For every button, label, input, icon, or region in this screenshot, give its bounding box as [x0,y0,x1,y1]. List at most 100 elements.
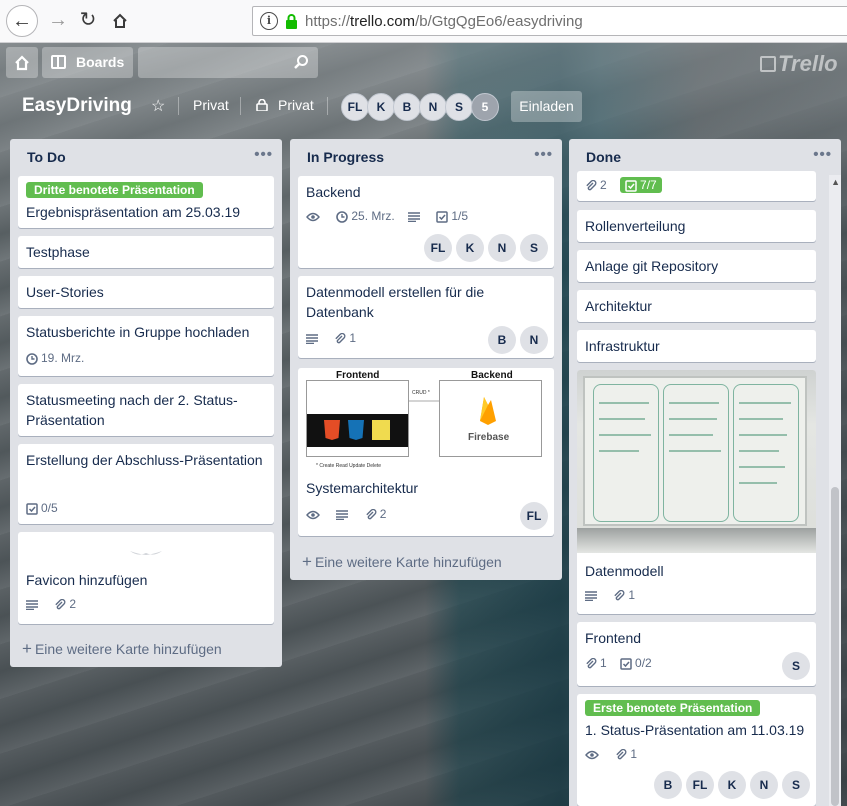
back-arrow-icon[interactable]: ← [6,5,38,37]
board-visibility-button[interactable]: Privat [193,97,229,113]
member-overflow-count[interactable]: 5 [471,93,499,121]
card[interactable]: Infrastruktur [577,330,816,362]
firebase-icon [480,397,496,425]
member-avatar[interactable]: K [367,93,395,121]
diagram-arrow [409,400,439,402]
star-icon[interactable]: ☆ [151,96,165,116]
member-avatar[interactable]: S [782,652,810,680]
card[interactable]: Anlage git Repository [577,250,816,282]
attachment-icon [55,598,66,609]
card[interactable]: Backend 25. Mrz. 1/5 FL K N S [298,176,554,268]
card-title: Erstellung der Abschluss-Präsentation [26,452,263,468]
url-text[interactable]: https://trello.com/b/GtgQgEo6/easydrivin… [305,13,583,30]
checklist-badge: 0/2 [620,656,652,670]
card[interactable]: Architektur [577,290,816,322]
home-icon [15,55,29,71]
add-card-button[interactable]: + Eine weitere Karte hinzufügen [22,639,222,659]
member-avatar[interactable]: B [488,326,516,354]
card[interactable]: Datenmodell erstellen für die Datenbank … [298,276,554,358]
divider [327,97,328,115]
member-avatar[interactable]: FL [341,93,369,121]
member-avatar[interactable]: N [419,93,447,121]
card-members: BN [484,326,548,354]
member-avatar[interactable]: S [520,234,548,262]
member-avatar[interactable]: B [654,771,682,799]
checklist-badge: 1/5 [436,209,468,223]
member-avatar[interactable]: FL [686,771,714,799]
trello-logo[interactable]: Trello [760,51,838,77]
invite-button[interactable]: Einladen [511,91,582,122]
card-members: B FL K N S [650,771,810,799]
card[interactable]: Erstellung der Abschluss-Präsentation 0/… [18,444,274,524]
board-title[interactable]: EasyDriving [22,95,132,117]
list-title[interactable]: To Do [27,149,66,165]
member-avatar[interactable]: FL [424,234,452,262]
card[interactable]: 2 7/7 [577,171,816,201]
card-badges: 25. Mrz. 1/5 [306,208,478,226]
home-icon[interactable] [104,5,136,37]
diagram-backend-box: Firebase [439,380,542,457]
web-tech-logos-image [307,414,408,447]
member-avatar[interactable]: FL [520,502,548,530]
card[interactable]: Testphase [18,236,274,268]
card[interactable]: Rollenverteilung [577,210,816,242]
card-title: Datenmodell erstellen für die Datenbank [306,284,485,320]
due-date-badge: 25. Mrz. [336,209,395,223]
clock-icon [336,210,349,223]
list-scrollbar[interactable]: ▲ [829,175,841,806]
scroll-up-arrow-icon[interactable]: ▲ [831,177,840,187]
card[interactable]: Statusberichte in Gruppe hochladen 19. M… [18,316,274,376]
board-team-button[interactable]: Privat [278,97,314,113]
boards-button[interactable]: Boards [42,47,133,78]
checklist-icon [620,657,632,670]
boards-icon [51,55,66,69]
info-icon[interactable]: i [260,12,278,30]
attachment-badge: 2 [54,597,76,611]
list-done: Done ••• ▲ 2 7/7 Rollenverteilung Anlage… [569,139,841,806]
list-menu-button[interactable]: ••• [534,146,553,163]
boards-label: Boards [76,54,125,70]
list-title[interactable]: In Progress [307,149,384,165]
card-title: Systemarchitektur [306,480,419,496]
list-title[interactable]: Done [586,149,621,165]
card-label[interactable]: Erste benotete Präsentation [585,700,761,716]
card[interactable]: Frontend 1 0/2 S [577,622,816,686]
card-title: Statusmeeting nach der 2. Status-Präsent… [26,392,238,428]
member-avatar[interactable]: B [393,93,421,121]
due-date-badge: 19. Mrz. [26,351,84,365]
watch-icon [306,507,323,521]
card-badges: 1 [585,587,645,605]
browser-toolbar: ← → ↻ i https://trello.com/b/GtgQgEo6/ea… [0,0,847,43]
card-label[interactable]: Dritte benotete Präsentation [26,182,203,198]
search-input[interactable] [138,47,318,78]
scrollbar-thumb[interactable] [831,487,839,806]
member-avatar[interactable]: K [718,771,746,799]
card[interactable]: User-Stories [18,276,274,308]
card[interactable]: Frontend Backend CRUD * Firebase * Creat… [298,368,554,536]
diagram-footnote: * Create Read Update Delete [316,463,382,469]
member-avatar[interactable]: N [488,234,516,262]
reload-icon[interactable]: ↻ [72,5,104,37]
member-avatar[interactable]: K [456,234,484,262]
card[interactable]: Datenmodell 1 [577,370,816,614]
card[interactable]: Erste benotete Präsentation 1. Status-Pr… [577,694,816,806]
add-card-button[interactable]: + Eine weitere Karte hinzufügen [302,552,502,572]
member-avatar[interactable]: S [445,93,473,121]
member-avatar[interactable]: S [782,771,810,799]
list-menu-button[interactable]: ••• [254,146,273,163]
header-home-button[interactable] [6,47,38,78]
card-badges: 0/5 [26,500,68,518]
card-title: Datenmodell [585,563,664,579]
member-avatar[interactable]: N [750,771,778,799]
attachment-badge: 1 [334,331,356,345]
address-bar[interactable]: i https://trello.com/b/GtgQgEo6/easydriv… [252,6,847,36]
card[interactable]: Statusmeeting nach der 2. Status-Präsent… [18,384,274,436]
card-cover-whiteboard-photo [577,370,816,553]
diagram-frontend-box [306,380,409,457]
forward-arrow-icon[interactable]: → [42,5,74,37]
attachment-icon [365,508,377,519]
card[interactable]: Dritte benotete Präsentation Ergebnisprä… [18,176,274,228]
list-menu-button[interactable]: ••• [813,146,832,163]
card[interactable]: Favicon hinzufügen 2 [18,532,274,624]
member-avatar[interactable]: N [520,326,548,354]
